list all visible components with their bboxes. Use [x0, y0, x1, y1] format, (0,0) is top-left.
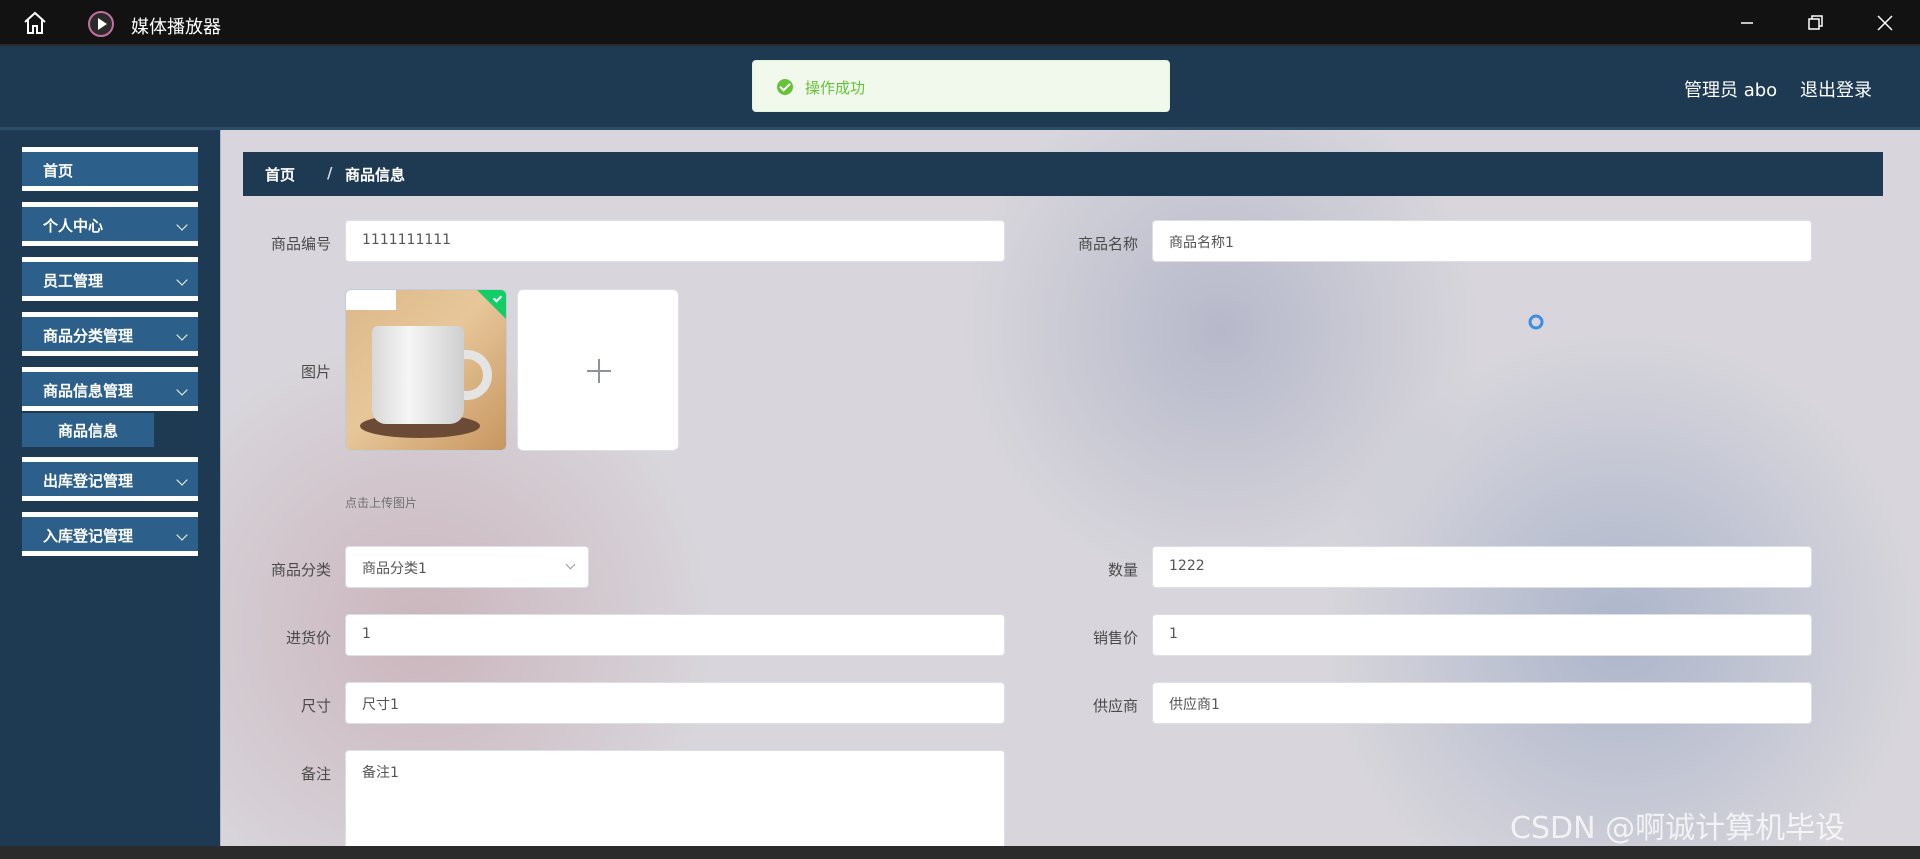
chevron-down-icon: [176, 384, 188, 396]
chevron-down-icon: [176, 329, 188, 341]
sidebar-item-label: 出库登记管理: [43, 472, 134, 490]
sidebar-item-profile[interactable]: 个人中心: [22, 202, 198, 246]
sidebar-item-label: 商品分类管理: [43, 327, 134, 345]
chevron-down-icon: [176, 529, 188, 541]
product-code-input[interactable]: 1111111111: [345, 220, 1005, 262]
sidebar-item-label: 首页: [43, 162, 74, 180]
sidebar-item-label: 员工管理: [43, 272, 104, 290]
category-label: 商品分类: [270, 561, 331, 579]
home-icon[interactable]: [22, 11, 48, 35]
brand-logo-icon: [346, 290, 396, 310]
sidebar-subitem-label: 商品信息: [58, 422, 119, 440]
toast-message: 操作成功: [805, 79, 866, 97]
breadcrumb-separator: /: [327, 164, 333, 182]
product-name-input[interactable]: 商品名称1: [1152, 220, 1812, 262]
sidebar-item-label: 个人中心: [43, 217, 104, 235]
success-check-icon: [777, 79, 793, 95]
window-titlebar: 媒体播放器: [0, 0, 1920, 46]
breadcrumb-current: 商品信息: [345, 166, 406, 184]
sidebar-item-label: 商品信息管理: [43, 382, 134, 400]
plus-icon: [587, 359, 611, 383]
purchase-price-input[interactable]: 1: [345, 614, 1005, 656]
app-logo-icon: [88, 11, 114, 37]
remark-textarea[interactable]: 备注1: [345, 750, 1005, 846]
chevron-down-icon: [176, 474, 188, 486]
chevron-down-icon: [176, 219, 188, 231]
sale-price-input[interactable]: 1: [1152, 614, 1812, 656]
category-selected-value: 商品分类1: [362, 561, 427, 577]
sale-price-label: 销售价: [1092, 629, 1138, 647]
size-label: 尺寸: [300, 697, 331, 715]
image-upload-button[interactable]: [517, 289, 679, 451]
product-name-label: 商品名称: [1077, 235, 1138, 253]
success-toast: 操作成功: [752, 60, 1170, 112]
bottom-bar: [0, 846, 1920, 859]
sidebar-item-label: 入库登记管理: [43, 527, 134, 545]
sidebar-item-inbound[interactable]: 入库登记管理: [22, 512, 198, 556]
main-content: 首页 / 商品信息 商品编号 1111111111 商品名称 商品名称1 图片 …: [220, 130, 1920, 846]
restore-icon[interactable]: [1800, 8, 1830, 38]
product-image-thumbnail[interactable]: [345, 289, 507, 451]
minimize-icon[interactable]: [1732, 8, 1762, 38]
purchase-price-label: 进货价: [285, 629, 331, 647]
chevron-down-icon: [565, 559, 576, 570]
supplier-label: 供应商: [1092, 697, 1138, 715]
sidebar-subitem-product-info[interactable]: 商品信息: [22, 413, 154, 447]
size-input[interactable]: 尺寸1: [345, 682, 1005, 724]
supplier-input[interactable]: 供应商1: [1152, 682, 1812, 724]
app-header: 操作成功 管理员 abo 退出登录: [0, 46, 1920, 130]
loading-indicator-icon: [1528, 314, 1544, 330]
chevron-down-icon: [176, 274, 188, 286]
breadcrumb: 首页 / 商品信息: [243, 152, 1883, 196]
product-code-label: 商品编号: [270, 235, 331, 253]
sidebar-item-outbound[interactable]: 出库登记管理: [22, 457, 198, 501]
sidebar-item-product[interactable]: 商品信息管理: [22, 367, 198, 411]
current-user: 管理员 abo: [1684, 80, 1778, 101]
sidebar-item-category[interactable]: 商品分类管理: [22, 312, 198, 356]
logout-link[interactable]: 退出登录: [1800, 76, 1872, 102]
quantity-input[interactable]: 1222: [1152, 546, 1812, 588]
quantity-label: 数量: [1107, 561, 1138, 579]
uploaded-badge: [477, 290, 506, 319]
category-select[interactable]: 商品分类1: [345, 546, 589, 588]
watermark: CSDN @啊诚计算机毕设: [1510, 811, 1846, 846]
close-icon[interactable]: [1870, 8, 1900, 38]
sidebar-item-home[interactable]: 首页: [22, 147, 198, 191]
sidebar: 首页 个人中心 员工管理 商品分类管理 商品信息管理 商品信息 出库登记管理 入…: [0, 130, 220, 859]
upload-hint: 点击上传图片: [345, 496, 418, 510]
image-label: 图片: [300, 363, 331, 381]
remark-label: 备注: [300, 765, 331, 783]
sidebar-item-staff[interactable]: 员工管理: [22, 257, 198, 301]
breadcrumb-home[interactable]: 首页: [265, 164, 295, 185]
mug-illustration: [372, 326, 464, 424]
window-title: 媒体播放器: [131, 17, 221, 38]
